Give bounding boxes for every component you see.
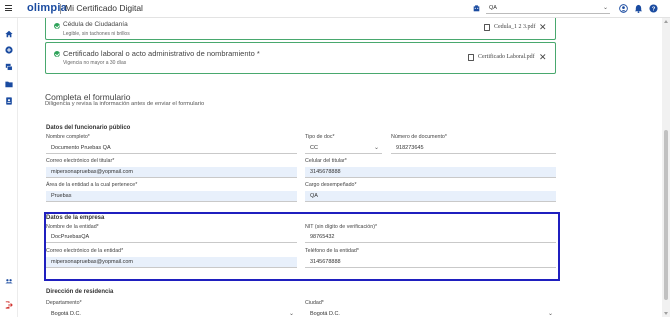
main-content: Cédula de Ciudadanía Legible, sin tachon… [18, 18, 662, 317]
department-value: Bogotá D.C. [51, 311, 81, 317]
organization-select-value: QA [489, 5, 497, 11]
nit-field[interactable]: 98765432 [305, 232, 556, 243]
help-icon[interactable]: ? [649, 4, 658, 13]
entity-phone-field[interactable]: 3145678888 [305, 257, 556, 268]
users-icon[interactable] [5, 277, 13, 285]
city-label: Ciudad* [305, 300, 324, 306]
position-label: Cargo desempeñado* [305, 182, 357, 188]
entity-name-label: Nombre de la entidad* [46, 224, 99, 230]
scroll-thumb[interactable] [664, 130, 668, 300]
user-circle-icon[interactable] [619, 4, 628, 13]
position-field[interactable]: QA [305, 191, 556, 202]
doc-type-select[interactable]: CC ⌄ [305, 143, 382, 154]
entity-name-field[interactable]: DocPruebasQA [46, 232, 297, 243]
email-field[interactable]: mipersonapruebas@yopmail.com [46, 167, 297, 178]
scroll-down-icon[interactable] [664, 312, 668, 315]
company-section-highlight [44, 212, 560, 281]
doc-type-label: Tipo de doc* [305, 134, 335, 140]
mobile-field[interactable]: 3145678888 [305, 167, 556, 178]
layers-icon[interactable] [5, 63, 13, 71]
app-title: Mi Certificado Digital [65, 3, 143, 13]
department-label: Departamento* [46, 300, 82, 306]
logout-icon[interactable] [5, 301, 13, 309]
doc-number-field[interactable]: 918273645 [391, 143, 556, 154]
nit-label: NIT (sin dígito de verificación)* [305, 224, 378, 230]
residence-title: Dirección de residencia [46, 289, 114, 295]
full-name-field[interactable]: Documento Pruebas QA [46, 143, 297, 154]
chevron-down-icon: ⌄ [602, 5, 608, 11]
document-title: Cédula de Ciudadanía [63, 21, 128, 28]
document-title: Certificado laboral o acto administrativ… [63, 49, 260, 58]
chevron-down-icon: ⌄ [288, 311, 294, 317]
entity-email-label: Correo electrónico de la entidad* [46, 248, 124, 254]
document-card-id: Cédula de Ciudadanía Legible, sin tachon… [45, 18, 556, 40]
file-name[interactable]: Certificado Laboral.pdf [478, 54, 535, 60]
file-name[interactable]: Cedula_1 2 3.pdf [494, 24, 536, 30]
document-card-labor-certificate: Certificado laboral o acto administrativ… [45, 42, 556, 74]
contact-card-icon[interactable] [5, 97, 13, 105]
building-icon [473, 5, 480, 12]
document-subtitle: Vigencia no mayor a 30 días [63, 60, 127, 66]
menu-icon[interactable] [5, 5, 12, 12]
area-field[interactable]: Pruebas [46, 191, 297, 202]
check-circle-icon [54, 23, 60, 29]
department-select[interactable]: Bogotá D.C. ⌄ [46, 309, 297, 317]
home-icon[interactable] [5, 30, 13, 38]
form-subtitle: Diligencia y revisa la información antes… [45, 101, 205, 107]
entity-email-field[interactable]: mipersonapruebas@yopmail.com [46, 257, 297, 268]
close-icon[interactable]: ✕ [539, 53, 547, 62]
top-bar: olimpia Mi Certificado Digital QA ⌄ ? [0, 0, 670, 18]
page-scrollbar[interactable] [662, 18, 670, 317]
file-icon [484, 24, 490, 31]
left-navigation [0, 18, 18, 317]
scroll-up-icon[interactable] [664, 20, 668, 23]
area-label: Área de la entidad a la cual pertenece* [46, 182, 138, 188]
city-select[interactable]: Bogotá D.C. ⌄ [305, 309, 556, 317]
folder-icon[interactable] [5, 80, 13, 88]
email-label: Correo electrónico del titular* [46, 158, 115, 164]
close-icon[interactable]: ✕ [539, 23, 547, 32]
organization-select[interactable]: QA ⌄ [486, 3, 610, 14]
chevron-down-icon: ⌄ [547, 311, 553, 317]
add-icon[interactable] [5, 46, 13, 54]
svg-text:?: ? [652, 7, 656, 13]
public-official-title: Datos del funcionario público [46, 125, 131, 131]
logo-divider [60, 4, 61, 14]
doc-type-value: CC [310, 145, 318, 151]
city-value: Bogotá D.C. [310, 311, 340, 317]
doc-number-label: Número de documento* [391, 134, 447, 140]
check-circle-icon [54, 51, 60, 57]
document-subtitle: Legible, sin tachones ni brillos [63, 31, 130, 37]
chevron-down-icon: ⌄ [373, 145, 379, 151]
entity-phone-label: Teléfono de la entidad* [305, 248, 359, 254]
full-name-label: Nombre completo* [46, 134, 90, 140]
mobile-label: Celular del titular* [305, 158, 347, 164]
bell-icon[interactable] [634, 4, 643, 13]
file-icon [468, 54, 474, 61]
company-title: Datos de la empresa [46, 215, 105, 221]
